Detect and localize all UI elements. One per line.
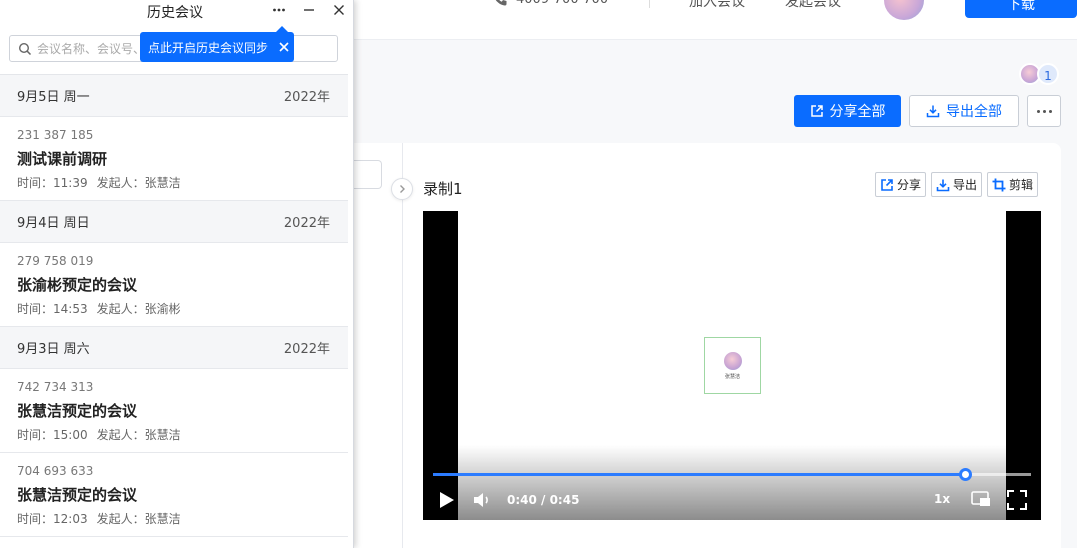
- meeting-item[interactable]: 279 758 019 张渝彬预定的会议 时间：14:53 发起人：张渝彬: [0, 243, 348, 327]
- participants-indicator[interactable]: 1: [1019, 63, 1059, 85]
- meeting-host: 发起人：张渝彬: [96, 302, 181, 316]
- meeting-meta: 时间：14:53 发起人：张渝彬: [17, 300, 348, 317]
- meeting-item[interactable]: 231 387 185 测试课前调研 时间：11:39 发起人：张慧洁: [0, 117, 348, 201]
- meeting-id: 279 758 019: [17, 254, 94, 268]
- group-date: 9月5日 周一: [17, 90, 90, 105]
- meeting-meta: 时间：11:39 发起人：张慧洁: [17, 174, 348, 191]
- video-participant-tile: 张慧洁: [704, 337, 761, 394]
- progress-handle[interactable]: [958, 468, 972, 481]
- minimize-button[interactable]: [298, 0, 320, 20]
- panel-toggle-button[interactable]: [391, 178, 413, 200]
- export-all-label: 导出全部: [946, 103, 1002, 119]
- minimize-icon: [304, 9, 314, 11]
- download-icon: [936, 179, 950, 191]
- volume-icon[interactable]: [473, 491, 495, 509]
- playback-time: 0:40 / 0:45: [507, 493, 580, 507]
- export-all-button[interactable]: 导出全部: [909, 95, 1019, 127]
- close-icon[interactable]: [278, 41, 290, 53]
- more-icon: [273, 8, 285, 12]
- date-group-header: 9月3日 周六 2022年: [0, 327, 348, 369]
- export-button[interactable]: 导出: [931, 172, 983, 197]
- meeting-item[interactable]: 704 693 633 张慧洁预定的会议 时间：12:03 发起人：张慧洁: [0, 453, 348, 537]
- share-all-label: 分享全部: [829, 103, 886, 119]
- meeting-id: 231 387 185: [17, 128, 94, 142]
- more-button[interactable]: [268, 0, 290, 20]
- controls-gradient: [423, 445, 1041, 520]
- crop-icon: [992, 178, 1006, 191]
- more-dot: [1036, 109, 1040, 113]
- share-all-button[interactable]: 分享全部: [794, 95, 901, 127]
- group-date: 9月3日 周六: [17, 342, 90, 357]
- phone-icon: [495, 0, 507, 6]
- date-group-header: 9月5日 周一 2022年: [0, 75, 348, 117]
- edit-clip-label: 剪辑: [1009, 178, 1034, 192]
- share-button[interactable]: 分享: [875, 172, 927, 197]
- chevron-right-icon: [400, 185, 405, 193]
- picture-in-picture-icon[interactable]: [971, 490, 991, 508]
- meeting-name: 张慧洁预定的会议: [17, 402, 138, 420]
- meeting-id: 704 693 633: [17, 464, 94, 478]
- share-label: 分享: [897, 178, 922, 192]
- group-date: 9月4日 周日: [17, 216, 90, 231]
- meeting-id: 742 734 313: [17, 380, 94, 394]
- group-year: 2022年: [283, 342, 330, 357]
- meeting-host: 发起人：张慧洁: [96, 512, 181, 526]
- edit-clip-button[interactable]: 剪辑: [987, 172, 1039, 197]
- user-avatar[interactable]: [882, 0, 926, 22]
- sync-tooltip-text: 点此开启历史会议同步: [148, 40, 269, 55]
- meeting-meta: 时间：12:03 发起人：张慧洁: [17, 510, 348, 527]
- topbar-divider: [649, 0, 650, 8]
- meeting-list: 9月5日 周一 2022年 231 387 185 测试课前调研 时间：11:3…: [0, 74, 348, 548]
- share-icon: [881, 178, 893, 191]
- participant-count: 1: [1037, 63, 1059, 85]
- sync-tooltip[interactable]: 点此开启历史会议同步: [140, 26, 294, 62]
- progress-fill: [433, 473, 965, 476]
- support-phone-number: 4009-700-700: [516, 0, 608, 7]
- support-phone: 4009-700-700: [492, 0, 608, 7]
- meeting-name: 张渝彬预定的会议: [17, 276, 138, 294]
- more-dot: [1048, 109, 1052, 113]
- search-icon: [18, 42, 32, 55]
- meeting-item[interactable]: 742 734 313 张慧洁预定的会议 时间：15:00 发起人：张慧洁: [0, 369, 348, 453]
- join-meeting-link[interactable]: 加入会议: [689, 0, 745, 11]
- more-options-button[interactable]: [1027, 95, 1061, 127]
- recording-actions: 分享 导出 剪辑: [875, 172, 1039, 197]
- more-dot: [1042, 109, 1046, 113]
- share-icon: [810, 105, 823, 117]
- playback-speed-button[interactable]: 1x: [934, 492, 950, 506]
- meeting-host: 发起人：张慧洁: [96, 176, 181, 190]
- close-button[interactable]: [328, 0, 350, 20]
- participant-name: 张慧洁: [724, 373, 740, 380]
- group-year: 2022年: [283, 216, 330, 231]
- export-label: 导出: [953, 178, 978, 192]
- recording-title: 录制1: [423, 180, 463, 198]
- fullscreen-icon[interactable]: [1007, 490, 1027, 510]
- meeting-meta: 时间：15:00 发起人：张慧洁: [17, 426, 348, 443]
- start-meeting-link[interactable]: 发起会议: [785, 0, 841, 11]
- meeting-host: 发起人：张慧洁: [96, 428, 181, 442]
- meeting-time: 时间：11:39: [17, 176, 88, 190]
- date-group-header: 9月4日 周日 2022年: [0, 201, 348, 243]
- download-icon: [926, 105, 940, 118]
- close-icon: [334, 5, 344, 15]
- meeting-time: 时间：14:53: [17, 302, 88, 316]
- group-year: 2022年: [283, 90, 330, 105]
- meeting-name: 测试课前调研: [17, 150, 108, 168]
- participant-avatar: [723, 351, 742, 370]
- download-button[interactable]: 下载: [965, 0, 1077, 18]
- window-title: 历史会议: [147, 5, 203, 21]
- play-icon[interactable]: [439, 491, 455, 509]
- meeting-time: 时间：12:03: [17, 512, 88, 526]
- progress-bar[interactable]: [433, 468, 1031, 481]
- history-meetings-window: 历史会议 点此开启历史会议同步 9月5日 周一 2022年 231 387 18…: [0, 0, 354, 548]
- meeting-name: 张慧洁预定的会议: [17, 486, 138, 504]
- meeting-time: 时间：15:00: [17, 428, 88, 442]
- panel-divider: [402, 143, 403, 548]
- video-player[interactable]: 张慧洁 0:40 / 0:45 1x: [423, 211, 1041, 520]
